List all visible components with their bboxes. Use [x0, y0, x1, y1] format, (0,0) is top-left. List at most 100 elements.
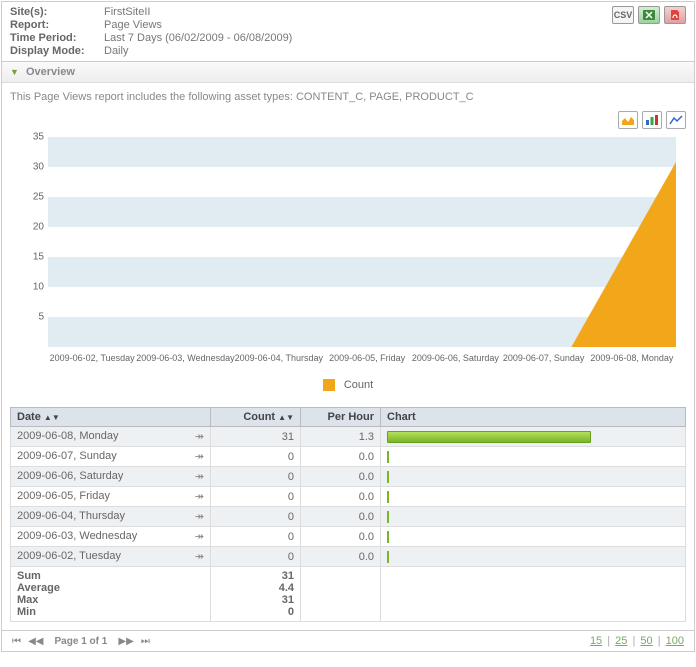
meta-period-value: Last 7 Days (06/02/2009 - 06/08/2009) [104, 32, 292, 44]
drill-down-icon[interactable]: ↠ [195, 490, 204, 503]
section-title-bar: ▼ Overview [2, 62, 694, 83]
export-csv-button[interactable]: CSV [612, 6, 634, 24]
row-bar [387, 531, 389, 543]
meta-period-label: Time Period: [10, 32, 100, 44]
export-buttons: CSV [612, 6, 686, 57]
summary-values: 31 4.4 31 0 [211, 567, 301, 622]
pager-nav: ⏮ ◀◀ Page 1 of 1 ▶▶ ⏭ [10, 635, 152, 647]
cell-per-hour: 0.0 [301, 527, 381, 547]
page-size-links: 15 | 25 | 50 | 100 [588, 635, 686, 647]
meta-report-label: Report: [10, 19, 100, 31]
row-bar [387, 551, 389, 563]
pager-label: Page 1 of 1 [55, 636, 108, 647]
x-axis-tick: 2009-06-07, Sunday [500, 347, 588, 363]
row-bar [387, 451, 389, 463]
cell-per-hour: 0.0 [301, 487, 381, 507]
y-axis-tick: 25 [33, 192, 44, 203]
cell-count: 0 [211, 547, 301, 567]
page-size-link[interactable]: 25 [615, 635, 627, 647]
cell-chart [381, 427, 686, 447]
report-meta: Site(s): FirstSiteII Report: Page Views … [10, 6, 292, 57]
col-header-chart[interactable]: Chart [381, 408, 686, 427]
chart-type-area-button[interactable] [618, 111, 638, 129]
meta-sites-label: Site(s): [10, 6, 100, 18]
drill-down-icon[interactable]: ↠ [195, 470, 204, 483]
cell-chart [381, 487, 686, 507]
cell-count: 0 [211, 527, 301, 547]
page-size-link[interactable]: 50 [640, 635, 652, 647]
row-bar [387, 491, 389, 503]
cell-chart [381, 447, 686, 467]
cell-date: 2009-06-05, Friday↠ [11, 487, 211, 507]
chart: 5101520253035 2009-06-02, Tuesday2009-06… [10, 137, 686, 391]
cell-count: 0 [211, 487, 301, 507]
col-header-per-hour[interactable]: Per Hour [301, 408, 381, 427]
cell-count: 0 [211, 467, 301, 487]
x-axis-tick: 2009-06-04, Thursday [235, 347, 323, 363]
pager-prev-button[interactable]: ◀◀ [28, 636, 43, 647]
report-page: Site(s): FirstSiteII Report: Page Views … [1, 1, 695, 652]
drill-down-icon[interactable]: ↠ [195, 530, 204, 543]
pager: ⏮ ◀◀ Page 1 of 1 ▶▶ ⏭ 15 | 25 | 50 | 100 [2, 630, 694, 651]
table-row: 2009-06-03, Wednesday↠00.0 [11, 527, 686, 547]
row-bar [387, 511, 389, 523]
col-header-count[interactable]: Count ▲▼ [211, 408, 301, 427]
table-row: 2009-06-02, Tuesday↠00.0 [11, 547, 686, 567]
row-bar [387, 471, 389, 483]
pager-next-button[interactable]: ▶▶ [118, 636, 133, 647]
sort-indicator-icon: ▲▼ [278, 413, 294, 422]
meta-sites-value: FirstSiteII [104, 6, 292, 18]
drill-down-icon[interactable]: ↠ [195, 510, 204, 523]
x-axis-tick: 2009-06-02, Tuesday [48, 347, 136, 363]
y-axis-tick: 10 [33, 282, 44, 293]
cell-date: 2009-06-07, Sunday↠ [11, 447, 211, 467]
pager-last-button[interactable]: ⏭ [141, 636, 150, 647]
sort-indicator-icon: ▲▼ [44, 413, 60, 422]
cell-date: 2009-06-03, Wednesday↠ [11, 527, 211, 547]
y-axis-tick: 30 [33, 162, 44, 173]
x-axis-tick: 2009-06-05, Friday [323, 347, 411, 363]
cell-count: 0 [211, 447, 301, 467]
cell-date: 2009-06-04, Thursday↠ [11, 507, 211, 527]
drill-down-icon[interactable]: ↠ [195, 550, 204, 563]
export-xls-button[interactable] [638, 6, 660, 24]
export-pdf-button[interactable] [664, 6, 686, 24]
page-size-link[interactable]: 15 [590, 635, 602, 647]
row-bar [387, 431, 591, 443]
meta-report-value: Page Views [104, 19, 292, 31]
pdf-icon [668, 9, 682, 21]
cell-per-hour: 1.3 [301, 427, 381, 447]
meta-mode-label: Display Mode: [10, 45, 100, 57]
area-chart-icon [621, 114, 635, 126]
cell-date: 2009-06-02, Tuesday↠ [11, 547, 211, 567]
page-size-link[interactable]: 100 [666, 635, 684, 647]
cell-chart [381, 527, 686, 547]
table-row: 2009-06-05, Friday↠00.0 [11, 487, 686, 507]
meta-mode-value: Daily [104, 45, 292, 57]
cell-per-hour: 0.0 [301, 507, 381, 527]
intro-text: This Page Views report includes the foll… [10, 91, 686, 103]
cell-count: 0 [211, 507, 301, 527]
table-row: 2009-06-08, Monday↠311.3 [11, 427, 686, 447]
y-axis-tick: 35 [33, 132, 44, 143]
bar-chart-icon [645, 114, 659, 126]
cell-date: 2009-06-06, Saturday↠ [11, 467, 211, 487]
caret-down-icon: ▼ [10, 67, 19, 77]
chart-type-toggle [10, 111, 686, 129]
data-table: Date ▲▼ Count ▲▼ Per Hour Chart 2009-06-… [10, 407, 686, 622]
col-header-date[interactable]: Date ▲▼ [11, 408, 211, 427]
legend: Count [10, 379, 686, 391]
cell-count: 31 [211, 427, 301, 447]
drill-down-icon[interactable]: ↠ [195, 430, 204, 443]
x-axis-tick: 2009-06-08, Monday [588, 347, 676, 363]
cell-per-hour: 0.0 [301, 467, 381, 487]
header: Site(s): FirstSiteII Report: Page Views … [2, 2, 694, 62]
drill-down-icon[interactable]: ↠ [195, 450, 204, 463]
summary-labels: Sum Average Max Min [11, 567, 211, 622]
area-series [48, 138, 676, 347]
chart-type-bar-button[interactable] [642, 111, 662, 129]
chart-type-line-button[interactable] [666, 111, 686, 129]
legend-swatch [323, 379, 335, 391]
content: This Page Views report includes the foll… [2, 83, 694, 630]
pager-first-button[interactable]: ⏮ [12, 636, 21, 647]
